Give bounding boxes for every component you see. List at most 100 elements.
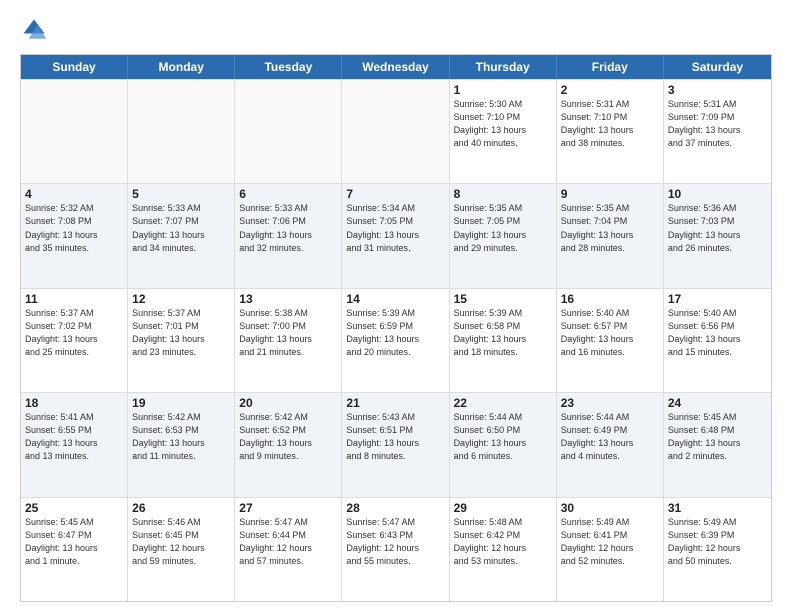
day-number: 13: [239, 292, 337, 306]
cal-cell: 30Sunrise: 5:49 AM Sunset: 6:41 PM Dayli…: [557, 498, 664, 601]
cal-cell: 14Sunrise: 5:39 AM Sunset: 6:59 PM Dayli…: [342, 289, 449, 392]
day-number: 7: [346, 187, 444, 201]
day-number: 26: [132, 501, 230, 515]
day-info: Sunrise: 5:38 AM Sunset: 7:00 PM Dayligh…: [239, 307, 337, 359]
cal-cell: 27Sunrise: 5:47 AM Sunset: 6:44 PM Dayli…: [235, 498, 342, 601]
day-info: Sunrise: 5:44 AM Sunset: 6:50 PM Dayligh…: [454, 411, 552, 463]
day-info: Sunrise: 5:47 AM Sunset: 6:44 PM Dayligh…: [239, 516, 337, 568]
day-info: Sunrise: 5:34 AM Sunset: 7:05 PM Dayligh…: [346, 202, 444, 254]
calendar-header: Sunday Monday Tuesday Wednesday Thursday…: [21, 55, 771, 79]
cal-cell: 13Sunrise: 5:38 AM Sunset: 7:00 PM Dayli…: [235, 289, 342, 392]
day-number: 22: [454, 396, 552, 410]
day-info: Sunrise: 5:33 AM Sunset: 7:07 PM Dayligh…: [132, 202, 230, 254]
logo-icon: [20, 16, 48, 44]
cal-cell: 17Sunrise: 5:40 AM Sunset: 6:56 PM Dayli…: [664, 289, 771, 392]
cal-cell: 10Sunrise: 5:36 AM Sunset: 7:03 PM Dayli…: [664, 184, 771, 287]
day-info: Sunrise: 5:30 AM Sunset: 7:10 PM Dayligh…: [454, 98, 552, 150]
day-number: 10: [668, 187, 767, 201]
day-number: 6: [239, 187, 337, 201]
cal-cell: 22Sunrise: 5:44 AM Sunset: 6:50 PM Dayli…: [450, 393, 557, 496]
cal-cell: 26Sunrise: 5:46 AM Sunset: 6:45 PM Dayli…: [128, 498, 235, 601]
cal-cell: 18Sunrise: 5:41 AM Sunset: 6:55 PM Dayli…: [21, 393, 128, 496]
cal-cell: 4Sunrise: 5:32 AM Sunset: 7:08 PM Daylig…: [21, 184, 128, 287]
cal-cell: [342, 80, 449, 183]
day-info: Sunrise: 5:31 AM Sunset: 7:10 PM Dayligh…: [561, 98, 659, 150]
logo: [20, 16, 52, 44]
calendar-row-3: 18Sunrise: 5:41 AM Sunset: 6:55 PM Dayli…: [21, 392, 771, 496]
day-number: 4: [25, 187, 123, 201]
cal-cell: 15Sunrise: 5:39 AM Sunset: 6:58 PM Dayli…: [450, 289, 557, 392]
cal-cell: 11Sunrise: 5:37 AM Sunset: 7:02 PM Dayli…: [21, 289, 128, 392]
header-tuesday: Tuesday: [235, 55, 342, 79]
day-info: Sunrise: 5:45 AM Sunset: 6:47 PM Dayligh…: [25, 516, 123, 568]
cal-cell: 7Sunrise: 5:34 AM Sunset: 7:05 PM Daylig…: [342, 184, 449, 287]
day-info: Sunrise: 5:45 AM Sunset: 6:48 PM Dayligh…: [668, 411, 767, 463]
day-info: Sunrise: 5:32 AM Sunset: 7:08 PM Dayligh…: [25, 202, 123, 254]
day-info: Sunrise: 5:49 AM Sunset: 6:41 PM Dayligh…: [561, 516, 659, 568]
day-info: Sunrise: 5:42 AM Sunset: 6:53 PM Dayligh…: [132, 411, 230, 463]
day-number: 21: [346, 396, 444, 410]
header-thursday: Thursday: [450, 55, 557, 79]
cal-cell: 9Sunrise: 5:35 AM Sunset: 7:04 PM Daylig…: [557, 184, 664, 287]
calendar-row-4: 25Sunrise: 5:45 AM Sunset: 6:47 PM Dayli…: [21, 497, 771, 601]
page: Sunday Monday Tuesday Wednesday Thursday…: [0, 0, 792, 612]
day-number: 15: [454, 292, 552, 306]
day-number: 11: [25, 292, 123, 306]
cal-cell: 12Sunrise: 5:37 AM Sunset: 7:01 PM Dayli…: [128, 289, 235, 392]
cal-cell: 24Sunrise: 5:45 AM Sunset: 6:48 PM Dayli…: [664, 393, 771, 496]
day-info: Sunrise: 5:43 AM Sunset: 6:51 PM Dayligh…: [346, 411, 444, 463]
day-info: Sunrise: 5:48 AM Sunset: 6:42 PM Dayligh…: [454, 516, 552, 568]
day-number: 16: [561, 292, 659, 306]
day-info: Sunrise: 5:46 AM Sunset: 6:45 PM Dayligh…: [132, 516, 230, 568]
day-number: 18: [25, 396, 123, 410]
cal-cell: 31Sunrise: 5:49 AM Sunset: 6:39 PM Dayli…: [664, 498, 771, 601]
day-info: Sunrise: 5:42 AM Sunset: 6:52 PM Dayligh…: [239, 411, 337, 463]
header-monday: Monday: [128, 55, 235, 79]
day-number: 28: [346, 501, 444, 515]
day-info: Sunrise: 5:33 AM Sunset: 7:06 PM Dayligh…: [239, 202, 337, 254]
day-info: Sunrise: 5:49 AM Sunset: 6:39 PM Dayligh…: [668, 516, 767, 568]
day-info: Sunrise: 5:31 AM Sunset: 7:09 PM Dayligh…: [668, 98, 767, 150]
calendar-row-2: 11Sunrise: 5:37 AM Sunset: 7:02 PM Dayli…: [21, 288, 771, 392]
cal-cell: 29Sunrise: 5:48 AM Sunset: 6:42 PM Dayli…: [450, 498, 557, 601]
calendar: Sunday Monday Tuesday Wednesday Thursday…: [20, 54, 772, 602]
day-number: 9: [561, 187, 659, 201]
cal-cell: 5Sunrise: 5:33 AM Sunset: 7:07 PM Daylig…: [128, 184, 235, 287]
cal-cell: [21, 80, 128, 183]
cal-cell: 28Sunrise: 5:47 AM Sunset: 6:43 PM Dayli…: [342, 498, 449, 601]
cal-cell: 23Sunrise: 5:44 AM Sunset: 6:49 PM Dayli…: [557, 393, 664, 496]
day-number: 24: [668, 396, 767, 410]
day-number: 3: [668, 83, 767, 97]
day-number: 17: [668, 292, 767, 306]
cal-cell: 25Sunrise: 5:45 AM Sunset: 6:47 PM Dayli…: [21, 498, 128, 601]
cal-cell: 20Sunrise: 5:42 AM Sunset: 6:52 PM Dayli…: [235, 393, 342, 496]
day-number: 25: [25, 501, 123, 515]
cal-cell: 19Sunrise: 5:42 AM Sunset: 6:53 PM Dayli…: [128, 393, 235, 496]
cal-cell: 6Sunrise: 5:33 AM Sunset: 7:06 PM Daylig…: [235, 184, 342, 287]
calendar-row-1: 4Sunrise: 5:32 AM Sunset: 7:08 PM Daylig…: [21, 183, 771, 287]
day-number: 12: [132, 292, 230, 306]
day-info: Sunrise: 5:40 AM Sunset: 6:57 PM Dayligh…: [561, 307, 659, 359]
day-number: 20: [239, 396, 337, 410]
day-number: 14: [346, 292, 444, 306]
cal-cell: [235, 80, 342, 183]
header-wednesday: Wednesday: [342, 55, 449, 79]
calendar-body: 1Sunrise: 5:30 AM Sunset: 7:10 PM Daylig…: [21, 79, 771, 601]
day-number: 5: [132, 187, 230, 201]
cal-cell: 21Sunrise: 5:43 AM Sunset: 6:51 PM Dayli…: [342, 393, 449, 496]
day-number: 2: [561, 83, 659, 97]
day-info: Sunrise: 5:39 AM Sunset: 6:59 PM Dayligh…: [346, 307, 444, 359]
calendar-row-0: 1Sunrise: 5:30 AM Sunset: 7:10 PM Daylig…: [21, 79, 771, 183]
cal-cell: 16Sunrise: 5:40 AM Sunset: 6:57 PM Dayli…: [557, 289, 664, 392]
cal-cell: 2Sunrise: 5:31 AM Sunset: 7:10 PM Daylig…: [557, 80, 664, 183]
header-saturday: Saturday: [664, 55, 771, 79]
header-friday: Friday: [557, 55, 664, 79]
day-info: Sunrise: 5:36 AM Sunset: 7:03 PM Dayligh…: [668, 202, 767, 254]
day-info: Sunrise: 5:35 AM Sunset: 7:05 PM Dayligh…: [454, 202, 552, 254]
cal-cell: [128, 80, 235, 183]
day-info: Sunrise: 5:40 AM Sunset: 6:56 PM Dayligh…: [668, 307, 767, 359]
day-number: 27: [239, 501, 337, 515]
cal-cell: 1Sunrise: 5:30 AM Sunset: 7:10 PM Daylig…: [450, 80, 557, 183]
day-info: Sunrise: 5:37 AM Sunset: 7:02 PM Dayligh…: [25, 307, 123, 359]
day-number: 30: [561, 501, 659, 515]
